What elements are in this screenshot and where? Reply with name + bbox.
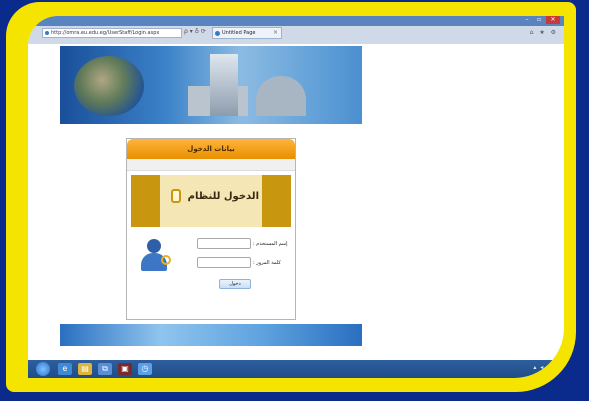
username-input[interactable] xyxy=(197,238,251,249)
window-controls: – ▫ ✕ xyxy=(522,16,560,24)
address-actions[interactable]: ρ ▾ ♁ ⟳ xyxy=(184,28,206,35)
clock-taskbar-icon[interactable]: ◷ xyxy=(138,363,152,375)
system-tray[interactable]: ▴ ◂ ♪ xyxy=(533,364,552,371)
explorer-taskbar-icon[interactable]: ▤ xyxy=(78,363,92,375)
close-button[interactable]: ✕ xyxy=(546,16,560,24)
taskbar: e ▤ ⧉ ▣ ◷ ▴ ◂ ♪ xyxy=(28,360,564,378)
login-panel: بيانات الدخول الدخول للنظام إسم المستخدم… xyxy=(126,138,296,320)
key-icon xyxy=(161,255,171,265)
maximize-button[interactable]: ▫ xyxy=(534,16,544,24)
start-button[interactable] xyxy=(36,362,50,376)
title-bar: – ▫ ✕ xyxy=(28,16,564,26)
tab-close-icon[interactable]: × xyxy=(273,28,278,38)
tab-title: Untitled Page xyxy=(222,30,256,36)
screen: – ▫ ✕ http://omra.eu.edu.eg/UserStaff/Lo… xyxy=(28,16,564,378)
dome-image xyxy=(256,76,306,116)
browser-chrome: – ▫ ✕ http://omra.eu.edu.eg/UserStaff/Lo… xyxy=(28,16,564,44)
login-header: بيانات الدخول xyxy=(127,139,295,159)
tab-untitled-page[interactable]: Untitled Page × xyxy=(212,27,282,39)
login-title: الدخول للنظام xyxy=(187,191,259,202)
address-bar[interactable]: http://omra.eu.edu.eg/UserStaff/Login.as… xyxy=(42,28,182,38)
password-input[interactable] xyxy=(197,257,251,268)
username-label: إسم المستخدم : xyxy=(253,241,288,247)
login-subbar xyxy=(127,159,295,171)
address-text: http://omra.eu.edu.eg/UserStaff/Login.as… xyxy=(51,30,160,36)
password-label: كلمة المرور : xyxy=(253,260,281,266)
user-head xyxy=(147,239,161,253)
login-button[interactable]: دخول xyxy=(219,279,251,289)
login-banner: الدخول للنظام xyxy=(131,175,291,227)
minimize-button[interactable]: – xyxy=(522,16,532,24)
header-banner xyxy=(60,46,362,124)
tower-image xyxy=(210,54,238,116)
lock-icon xyxy=(171,189,181,203)
ie-taskbar-icon[interactable]: e xyxy=(58,363,72,375)
app-taskbar-icon[interactable]: ⧉ xyxy=(98,363,112,375)
ie-page-icon xyxy=(45,31,49,35)
globe-image xyxy=(74,56,144,116)
toolbar-icons[interactable]: ⌂ ★ ⚙ xyxy=(530,29,558,36)
footer-banner xyxy=(60,324,362,346)
yellow-frame: – ▫ ✕ http://omra.eu.edu.eg/UserStaff/Lo… xyxy=(6,2,576,392)
user-key-icon xyxy=(141,239,171,273)
tab-page-icon xyxy=(215,31,220,36)
media-taskbar-icon[interactable]: ▣ xyxy=(118,363,132,375)
